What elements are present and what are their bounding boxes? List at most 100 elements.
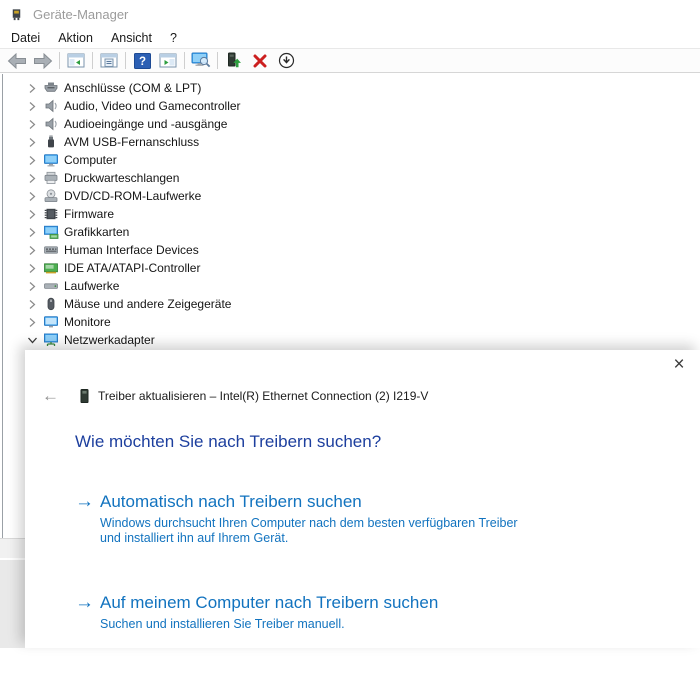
toolbar-separator	[184, 52, 185, 69]
arrow-right-icon: →	[75, 491, 94, 512]
driver-search-option-automatic[interactable]: → Automatisch nach Treibern suchen Windows…	[75, 491, 528, 546]
chevron-right-icon	[27, 227, 37, 238]
disc-drive-icon	[43, 189, 59, 203]
menu-bar: Datei Aktion Ansicht?	[0, 28, 700, 47]
toolbar: ?	[0, 48, 700, 73]
uninstall-device-button[interactable]	[247, 50, 273, 72]
chevron-right-icon	[27, 137, 37, 148]
tree-item[interactable]: Mäuse und andere Zeigegeräte	[3, 295, 700, 313]
tree-item[interactable]: IDE ATA/ATAPI-Controller	[3, 259, 700, 277]
tree-item-label: DVD/CD-ROM-Laufwerke	[64, 189, 202, 203]
tree-item-label: Anschlüsse (COM & LPT)	[64, 81, 202, 95]
forward-button[interactable]	[30, 50, 56, 72]
computer-icon	[43, 153, 59, 167]
tree-item[interactable]: AVM USB-Fernanschluss	[3, 133, 700, 151]
tree-item[interactable]: Audio, Video und Gamecontroller	[3, 97, 700, 115]
console-tree-icon	[67, 53, 85, 68]
dialog-options: → Automatisch nach Treibern suchen Windows…	[75, 491, 528, 678]
toolbar-separator	[92, 52, 93, 69]
chevron-right-icon	[27, 155, 37, 166]
chevron-right-icon	[27, 209, 37, 220]
tree-item-label: Human Interface Devices	[64, 243, 199, 257]
tree-item[interactable]: Laufwerke	[3, 277, 700, 295]
window-title-bar: Geräte-Manager	[0, 0, 700, 28]
help-button[interactable]: ?	[129, 50, 155, 72]
scan-hardware-changes-button[interactable]	[188, 50, 214, 72]
chevron-right-icon	[27, 191, 37, 202]
option-description: Suchen und installieren Sie Treiber manu…	[100, 617, 345, 631]
chevron-right-icon	[27, 119, 37, 130]
dialog-heading: Wie möchten Sie nach Treibern suchen?	[75, 432, 382, 451]
option-label: Automatisch nach Treibern suchen	[100, 492, 362, 511]
disable-device-button[interactable]	[273, 50, 299, 72]
chevron-right-icon	[27, 299, 37, 310]
menu-item-hilfe[interactable]: ?	[161, 30, 186, 46]
chevron-right-icon	[27, 83, 37, 94]
chevron-right-icon	[27, 263, 37, 274]
tree-item-label: Grafikkarten	[64, 225, 130, 239]
close-icon[interactable]: ×	[666, 352, 692, 378]
back-arrow-icon[interactable]: ←	[38, 386, 63, 406]
option-description: Windows durchsucht Ihren Computer nach d…	[100, 516, 518, 545]
driver-device-icon	[80, 389, 89, 403]
dialog-header: ← Treiber aktualisieren – Intel(R) Ether…	[38, 386, 428, 406]
update-driver-dialog: × ← Treiber aktualisieren – Intel(R) Eth…	[25, 350, 700, 648]
update-driver-icon	[225, 52, 243, 69]
action-pane-icon	[159, 53, 177, 68]
tree-item[interactable]: DVD/CD-ROM-Laufwerke	[3, 187, 700, 205]
printer-icon	[43, 171, 59, 185]
tree-item[interactable]: Firmware	[3, 205, 700, 223]
properties-button[interactable]	[96, 50, 122, 72]
tree-item[interactable]: Computer	[3, 151, 700, 169]
toolbar-separator	[59, 52, 60, 69]
option-label: Auf meinem Computer nach Treibern suchen	[100, 593, 439, 612]
tree-item-label: Audio, Video und Gamecontroller	[64, 99, 241, 113]
tree-item-label: Monitore	[64, 315, 111, 329]
ide-controller-icon	[43, 261, 59, 275]
show-console-tree-button[interactable]	[63, 50, 89, 72]
tree-item[interactable]: Monitore	[3, 313, 700, 331]
help-icon: ?	[133, 52, 151, 69]
tree-item-label: Mäuse und andere Zeigegeräte	[64, 297, 232, 311]
tree-item[interactable]: Anschlüsse (COM & LPT)	[3, 79, 700, 97]
tree-item[interactable]: Audioeingänge und -ausgänge	[3, 115, 700, 133]
monitor-icon	[43, 315, 59, 329]
svg-text:?: ?	[138, 56, 145, 68]
chevron-down-icon	[27, 335, 38, 345]
back-button[interactable]	[4, 50, 30, 72]
back-arrow-icon	[7, 52, 27, 69]
device-manager-icon	[9, 7, 24, 22]
tree-item-label: Firmware	[64, 207, 114, 221]
tree-item[interactable]: Grafikkarten	[3, 223, 700, 241]
mouse-icon	[43, 297, 59, 311]
driver-search-option-manual[interactable]: → Auf meinem Computer nach Treibern suche…	[75, 592, 528, 632]
forward-arrow-icon	[33, 52, 53, 69]
tree-item[interactable]: Druckwarteschlangen	[3, 169, 700, 187]
chevron-right-icon	[27, 101, 37, 112]
uninstall-icon	[252, 53, 268, 69]
window-title: Geräte-Manager	[33, 6, 129, 22]
menu-item-datei[interactable]: Datei	[2, 30, 49, 46]
menu-item-ansicht[interactable]: Ansicht	[102, 30, 161, 46]
disable-device-icon	[278, 52, 295, 69]
tree-item[interactable]: Netzwerkadapter	[3, 331, 700, 349]
tree-item-label: Netzwerkadapter	[64, 333, 155, 347]
toolbar-separator	[217, 52, 218, 69]
hid-icon	[43, 243, 59, 257]
action-pane-button[interactable]	[155, 50, 181, 72]
network-adapter-icon	[43, 333, 59, 348]
tree-item-label: IDE ATA/ATAPI-Controller	[64, 261, 201, 275]
speaker-icon	[43, 117, 59, 131]
disk-drive-icon	[43, 279, 59, 293]
tree-item[interactable]: Human Interface Devices	[3, 241, 700, 259]
update-driver-button[interactable]	[221, 50, 247, 72]
tree-item-label: AVM USB-Fernanschluss	[64, 135, 200, 149]
chevron-right-icon	[27, 281, 37, 292]
toolbar-separator	[125, 52, 126, 69]
menu-item-aktion[interactable]: Aktion	[49, 30, 102, 46]
tree-item-label: Laufwerke	[64, 279, 120, 293]
usb-icon	[43, 135, 59, 149]
tree-item-label: Computer	[64, 153, 117, 167]
properties-icon	[100, 53, 118, 68]
dialog-title: Treiber aktualisieren – Intel(R) Etherne…	[98, 389, 429, 403]
